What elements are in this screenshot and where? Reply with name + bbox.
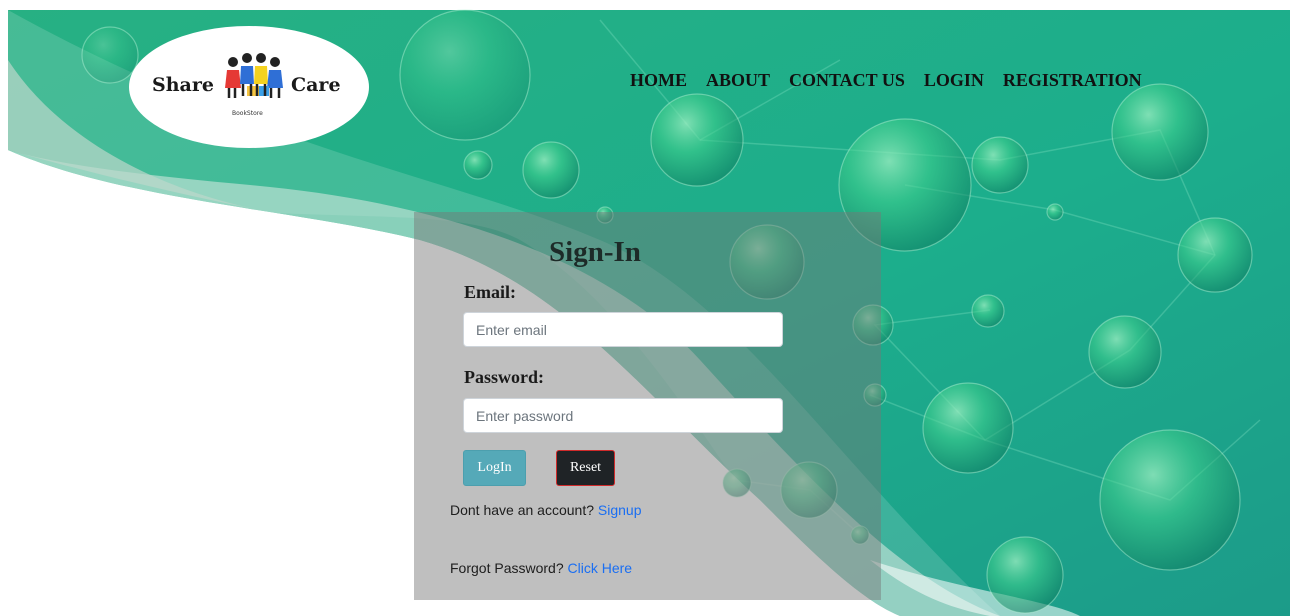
people-holding-hands-icon [225,53,283,98]
signup-line: Dont have an account? Signup [450,502,641,518]
forgot-password-prompt: Forgot Password? [450,560,564,576]
signup-link[interactable]: Signup [598,502,642,518]
brand-word-left: Share [152,74,214,96]
nav-about[interactable]: ABOUT [706,70,770,91]
email-input[interactable] [463,312,783,347]
nav-contact-us[interactable]: CONTACT US [789,70,905,91]
signin-title: Sign-In [549,236,641,268]
forgot-password-link[interactable]: Click Here [568,560,633,576]
main-nav: HOME ABOUT CONTACT US LOGIN REGISTRATION [630,70,1161,91]
reset-button[interactable]: Reset [556,450,615,486]
nav-home[interactable]: HOME [630,70,687,91]
password-input[interactable] [463,398,783,433]
nav-login[interactable]: LOGIN [924,70,984,91]
signup-prompt: Dont have an account? [450,502,594,518]
signin-panel: Sign-In Email: Password: LogIn Reset Don… [414,212,881,600]
forgot-password-line: Forgot Password? Click Here [450,560,632,576]
brand-word-right: Care [291,74,341,96]
login-button[interactable]: LogIn [463,450,526,486]
email-label: Email: [464,282,516,302]
password-label: Password: [464,367,544,387]
brand-subtitle: BookStore [232,110,263,117]
nav-registration[interactable]: REGISTRATION [1003,70,1142,91]
brand-logo[interactable]: Share Care BookStore [129,26,369,148]
